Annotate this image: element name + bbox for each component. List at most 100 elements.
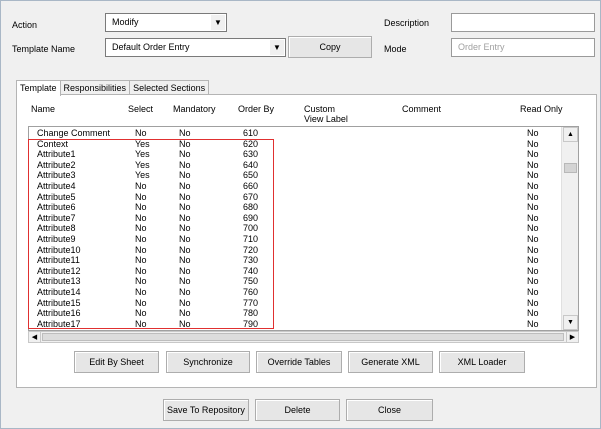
scroll-thumb[interactable] [564, 163, 577, 173]
cell-name[interactable]: Attribute4 [37, 181, 76, 192]
cell-read-only[interactable]: No [527, 160, 539, 171]
cell-order-by[interactable]: 630 [243, 149, 258, 160]
tab-template[interactable]: Template [16, 80, 61, 96]
cell-order-by[interactable]: 730 [243, 255, 258, 266]
cell-read-only[interactable]: No [527, 234, 539, 245]
cell-select[interactable]: No [135, 319, 147, 330]
cell-select[interactable]: No [135, 234, 147, 245]
cell-read-only[interactable]: No [527, 266, 539, 277]
cell-name[interactable]: Attribute7 [37, 213, 76, 224]
cell-read-only[interactable]: No [527, 202, 539, 213]
cell-select[interactable]: No [135, 298, 147, 309]
copy-button[interactable]: Copy [288, 36, 372, 58]
cell-select[interactable]: No [135, 276, 147, 287]
cell-read-only[interactable]: No [527, 255, 539, 266]
cell-order-by[interactable]: 760 [243, 287, 258, 298]
horizontal-scroll-thumb[interactable] [42, 333, 564, 341]
cell-name[interactable]: Attribute13 [37, 276, 81, 287]
table-row[interactable]: Attribute3 Yes No 650 No [29, 170, 578, 181]
cell-name[interactable]: Attribute10 [37, 245, 81, 256]
cell-name[interactable]: Attribute1 [37, 149, 76, 160]
cell-order-by[interactable]: 740 [243, 266, 258, 277]
cell-mandatory[interactable]: No [179, 276, 191, 287]
table-row[interactable]: Attribute8 No No 700 No [29, 223, 578, 234]
table-row[interactable]: Attribute5 No No 670 No [29, 192, 578, 203]
cell-select[interactable]: No [135, 213, 147, 224]
cell-mandatory[interactable]: No [179, 308, 191, 319]
table-row[interactable]: Context Yes No 620 No [29, 139, 578, 150]
cell-read-only[interactable]: No [527, 149, 539, 160]
cell-name[interactable]: Attribute17 [37, 319, 81, 330]
cell-mandatory[interactable]: No [179, 234, 191, 245]
cell-read-only[interactable]: No [527, 223, 539, 234]
description-field[interactable] [451, 13, 595, 32]
cell-name[interactable]: Change Comment [37, 128, 110, 139]
cell-select[interactable]: Yes [135, 139, 150, 150]
cell-mandatory[interactable]: No [179, 266, 191, 277]
cell-read-only[interactable]: No [527, 181, 539, 192]
cell-name[interactable]: Attribute6 [37, 202, 76, 213]
cell-name[interactable]: Context [37, 139, 68, 150]
cell-order-by[interactable]: 640 [243, 160, 258, 171]
cell-order-by[interactable]: 670 [243, 192, 258, 203]
tab-responsibilities[interactable]: Responsibilities [59, 80, 131, 95]
override-tables-button[interactable]: Override Tables [256, 351, 342, 373]
cell-read-only[interactable]: No [527, 128, 539, 139]
cell-name[interactable]: Attribute11 [37, 255, 80, 266]
table-row[interactable]: Attribute6 No No 680 No [29, 202, 578, 213]
table-row[interactable]: Attribute12 No No 740 No [29, 266, 578, 277]
cell-order-by[interactable]: 770 [243, 298, 258, 309]
table-row[interactable]: Attribute7 No No 690 No [29, 213, 578, 224]
mode-field[interactable]: Order Entry [451, 38, 595, 57]
delete-button[interactable]: Delete [255, 399, 340, 421]
cell-select[interactable]: Yes [135, 160, 150, 171]
table-row[interactable]: Attribute15 No No 770 No [29, 298, 578, 309]
template-name-dropdown[interactable]: Default Order Entry ▼ [105, 38, 286, 57]
cell-read-only[interactable]: No [527, 308, 539, 319]
cell-read-only[interactable]: No [527, 245, 539, 256]
table-row[interactable]: Attribute1 Yes No 630 No [29, 149, 578, 160]
arrow-left-icon[interactable]: ◀ [29, 332, 41, 342]
table-row[interactable]: Attribute13 No No 750 No [29, 276, 578, 287]
cell-mandatory[interactable]: No [179, 255, 191, 266]
action-dropdown[interactable]: Modify ▼ [105, 13, 227, 32]
table-row[interactable]: Attribute10 No No 720 No [29, 245, 578, 256]
cell-mandatory[interactable]: No [179, 160, 191, 171]
cell-select[interactable]: No [135, 255, 147, 266]
cell-name[interactable]: Attribute3 [37, 170, 76, 181]
cell-mandatory[interactable]: No [179, 298, 191, 309]
cell-name[interactable]: Attribute9 [37, 234, 76, 245]
cell-order-by[interactable]: 790 [243, 319, 258, 330]
cell-mandatory[interactable]: No [179, 223, 191, 234]
cell-mandatory[interactable]: No [179, 319, 191, 330]
table-row[interactable]: Attribute11 No No 730 No [29, 255, 578, 266]
cell-select[interactable]: Yes [135, 149, 150, 160]
cell-read-only[interactable]: No [527, 319, 539, 330]
cell-name[interactable]: Attribute2 [37, 160, 76, 171]
cell-select[interactable]: No [135, 192, 147, 203]
cell-mandatory[interactable]: No [179, 170, 191, 181]
cell-order-by[interactable]: 620 [243, 139, 258, 150]
cell-mandatory[interactable]: No [179, 149, 191, 160]
save-to-repository-button[interactable]: Save To Repository [163, 399, 249, 421]
generate-xml-button[interactable]: Generate XML [348, 351, 433, 373]
cell-select[interactable]: No [135, 181, 147, 192]
table-row[interactable]: Attribute2 Yes No 640 No [29, 160, 578, 171]
cell-order-by[interactable]: 690 [243, 213, 258, 224]
cell-order-by[interactable]: 610 [243, 128, 258, 139]
horizontal-scrollbar[interactable]: ◀ ▶ [28, 331, 579, 343]
cell-select[interactable]: No [135, 128, 147, 139]
table-row[interactable]: Attribute16 No No 780 No [29, 308, 578, 319]
cell-select[interactable]: No [135, 308, 147, 319]
xml-loader-button[interactable]: XML Loader [439, 351, 525, 373]
cell-order-by[interactable]: 750 [243, 276, 258, 287]
cell-order-by[interactable]: 660 [243, 181, 258, 192]
cell-read-only[interactable]: No [527, 170, 539, 181]
table-row[interactable]: Attribute14 No No 760 No [29, 287, 578, 298]
cell-mandatory[interactable]: No [179, 128, 191, 139]
edit-by-sheet-button[interactable]: Edit By Sheet [74, 351, 159, 373]
vertical-scrollbar[interactable]: ▲ ▼ [561, 127, 578, 330]
chevron-down-icon[interactable]: ▼ [211, 15, 225, 30]
arrow-right-icon[interactable]: ▶ [566, 332, 578, 342]
close-button[interactable]: Close [346, 399, 433, 421]
